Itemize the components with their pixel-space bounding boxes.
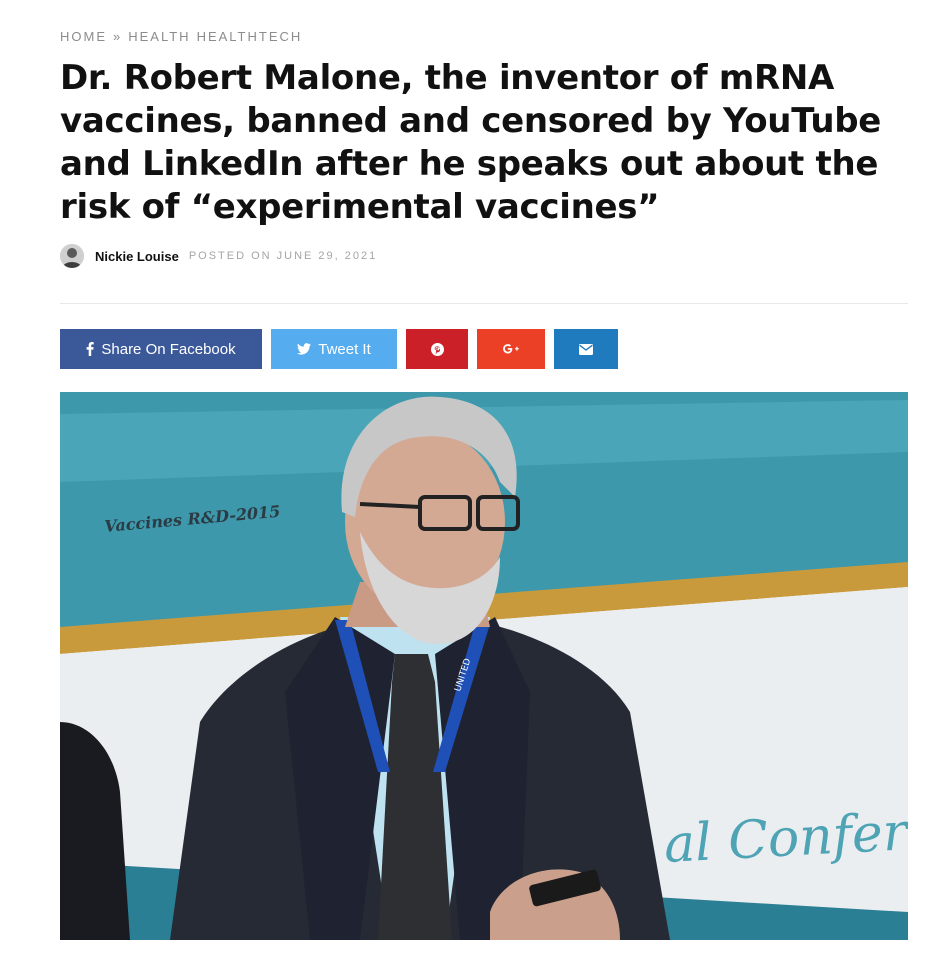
post-date: POSTED ON JUNE 29, 2021	[188, 250, 378, 262]
twitter-icon	[297, 343, 312, 355]
article-title: Dr. Robert Malone, the inventor of mRNA …	[60, 58, 882, 227]
share-pinterest-button[interactable]	[406, 329, 468, 369]
post-meta: Nickie Louise POSTED ON JUNE 29, 2021	[60, 243, 377, 269]
author-name[interactable]: Nickie Louise	[95, 249, 179, 264]
share-google-plus-button[interactable]	[477, 329, 545, 369]
google-plus-icon	[502, 343, 520, 355]
envelope-icon	[579, 343, 593, 355]
share-facebook-label: Share On Facebook	[101, 340, 236, 358]
share-bar: Share On Facebook Tweet It	[60, 329, 618, 369]
share-email-button[interactable]	[554, 329, 618, 369]
facebook-icon	[86, 342, 95, 356]
breadcrumb-separator: »	[113, 29, 123, 44]
hero-image: Vaccines R&D-2015 al Confer UNITED	[60, 392, 908, 940]
breadcrumb-category-health[interactable]: HEALTH	[128, 29, 190, 44]
divider	[60, 303, 908, 304]
breadcrumb-home-link[interactable]: HOME	[60, 29, 107, 44]
script-text: al Confer	[663, 802, 908, 875]
tweet-label: Tweet It	[318, 340, 371, 358]
breadcrumb: HOME » HEALTH HEALTHTECH	[60, 29, 302, 44]
pinterest-icon	[430, 342, 444, 356]
share-facebook-button[interactable]: Share On Facebook	[60, 329, 262, 369]
tweet-button[interactable]: Tweet It	[271, 329, 397, 369]
author-avatar[interactable]	[60, 244, 84, 268]
breadcrumb-category-healthtech[interactable]: HEALTHTECH	[197, 29, 303, 44]
